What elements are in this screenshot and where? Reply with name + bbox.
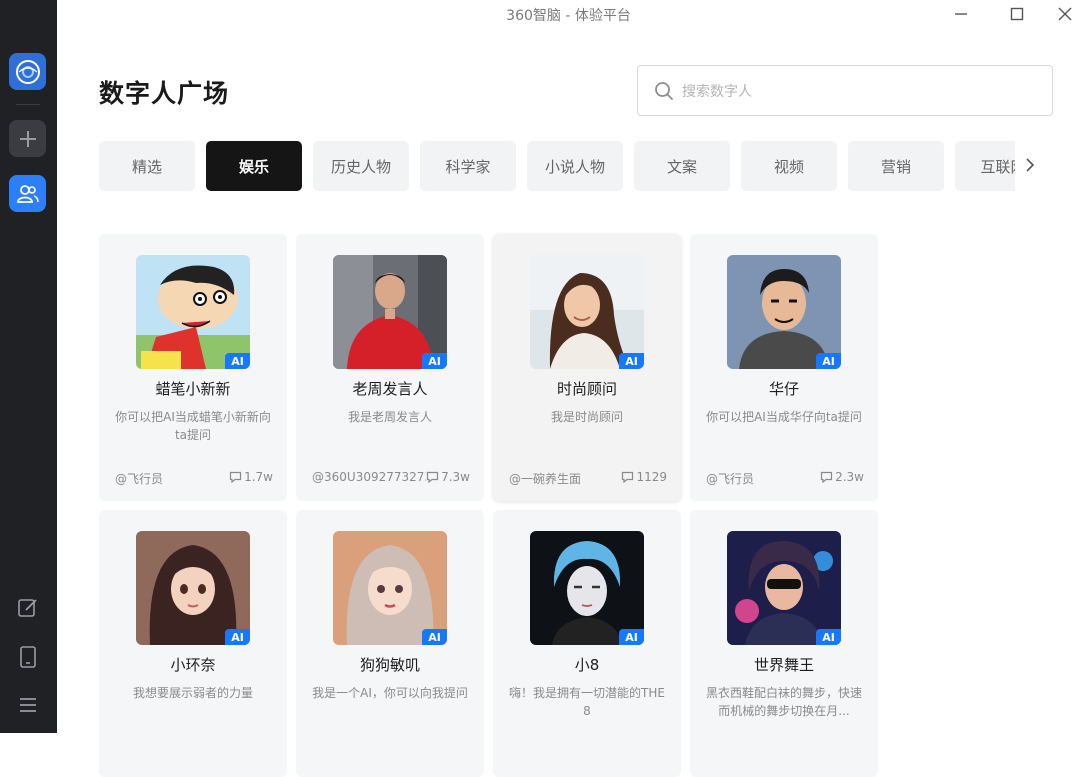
chevron-right-icon — [1026, 158, 1035, 172]
close-icon — [1058, 7, 1072, 21]
card-footer: @一碗养生面 1129 — [509, 470, 667, 486]
phone-icon[interactable] — [16, 645, 40, 669]
card-name: 蜡笔小新新 — [155, 380, 231, 398]
card-usage-value: 2.3w — [835, 470, 864, 484]
tab-item[interactable]: 小说人物 — [527, 141, 623, 191]
search-box[interactable] — [637, 65, 1053, 116]
users-icon — [16, 184, 39, 203]
digital-human-card[interactable]: AI 狗狗敏叽我是一个AI，你可以向我提问 — [296, 510, 484, 777]
card-footer: @飞行员 2.3w — [706, 470, 864, 486]
avatar: AI — [333, 255, 447, 369]
card-footer: @飞行员 1.7w — [115, 470, 273, 486]
card-usage-count: 7.3w — [426, 470, 470, 484]
tab-item[interactable]: 历史人物 — [313, 141, 409, 191]
card-author: @飞行员 — [706, 472, 755, 486]
card-name: 小8 — [574, 656, 600, 674]
minimize-button[interactable] — [946, 2, 976, 26]
digital-human-card[interactable]: AI 蜡笔小新新你可以把AI当成蜡笔小新新向ta提问 @飞行员 1.7w — [99, 234, 287, 501]
app-logo-icon[interactable] — [9, 53, 46, 90]
tab-item[interactable]: 文案 — [634, 141, 730, 191]
card-name: 世界舞王 — [753, 656, 814, 674]
digital-human-card[interactable]: AI 小8 嗨！我是拥有一切潜能的THE 8 — [493, 510, 681, 777]
card-footer: @360U3092773273 7.3w — [312, 470, 470, 486]
avatar: AI — [727, 255, 841, 369]
card-description: 我是老周发言人 — [347, 410, 432, 424]
chat-icon — [229, 471, 242, 483]
card-description: 你可以把AI当成华仔向ta提问 — [706, 410, 862, 424]
close-button[interactable] — [1050, 2, 1080, 26]
category-tabs: 精选娱乐历史人物科学家小说人物文案视频营销互联网 — [99, 141, 1015, 191]
card-usage-value: 7.3w — [441, 470, 470, 484]
search-input[interactable] — [680, 76, 1034, 108]
card-description: 我想要展示弱者的力量 — [132, 686, 253, 700]
digital-human-card[interactable]: AI 世界舞王黑衣西鞋配白袜的舞步，快速而机械的舞步切换在月... — [690, 510, 878, 777]
tab-item[interactable]: 精选 — [99, 141, 195, 191]
avatar: AI — [530, 531, 644, 645]
maximize-icon — [1010, 7, 1024, 21]
card-name: 老周发言人 — [352, 380, 428, 398]
card-name: 小环奈 — [170, 656, 216, 674]
avatar: AI — [530, 255, 644, 369]
card-name: 华仔 — [768, 380, 799, 398]
card-author: @一碗养生面 — [509, 472, 582, 486]
avatar: AI — [727, 531, 841, 645]
card-description: 黑衣西鞋配白袜的舞步，快速而机械的舞步切换在月... — [705, 686, 862, 718]
card-usage-value: 1129 — [636, 470, 667, 484]
edit-icon[interactable] — [16, 596, 40, 620]
card-description: 嗨！我是拥有一切潜能的THE 8 — [509, 686, 665, 718]
tab-item[interactable]: 视频 — [741, 141, 837, 191]
menu-icon[interactable] — [16, 693, 40, 717]
sidebar — [0, 0, 57, 733]
tab-item[interactable]: 营销 — [848, 141, 944, 191]
card-usage-count: 2.3w — [820, 470, 864, 484]
new-chat-button[interactable] — [9, 120, 46, 157]
avatar: AI — [136, 255, 250, 369]
digital-human-nav-button[interactable] — [9, 175, 46, 212]
tab-item[interactable]: 互联网 — [955, 141, 1015, 191]
minimize-icon — [955, 13, 967, 15]
card-description: 我是时尚顾问 — [550, 410, 623, 424]
card-author: @飞行员 — [115, 472, 164, 486]
ai-badge: AI — [225, 353, 250, 369]
avatar: AI — [333, 531, 447, 645]
digital-human-card[interactable]: AI 时尚顾问我是时尚顾问 @一碗养生面 1129 — [493, 234, 681, 501]
ai-badge: AI — [422, 629, 447, 645]
chat-icon — [820, 471, 833, 483]
card-name: 时尚顾问 — [556, 380, 617, 398]
ai-badge: AI — [619, 353, 644, 369]
ai-badge: AI — [225, 629, 250, 645]
card-name: 狗狗敏叽 — [359, 656, 420, 674]
maximize-button[interactable] — [1002, 2, 1032, 26]
tabs-next-button[interactable] — [1019, 152, 1041, 178]
ai-badge: AI — [422, 353, 447, 369]
tab-item[interactable]: 娱乐 — [206, 141, 302, 191]
sidebar-divider — [16, 104, 40, 105]
digital-human-card[interactable]: AI 老周发言人我是老周发言人 @360U3092773273 7.3w — [296, 234, 484, 501]
card-author: @360U3092773273 — [312, 470, 433, 484]
window-titlebar: 360智脑 - 体验平台 — [57, 0, 1080, 28]
digital-human-grid: AI 蜡笔小新新你可以把AI当成蜡笔小新新向ta提问 @飞行员 1.7w AI 老周发言人… — [99, 234, 879, 777]
card-description: 你可以把AI当成蜡笔小新新向ta提问 — [115, 410, 271, 442]
tab-item[interactable]: 科学家 — [420, 141, 516, 191]
digital-human-card[interactable]: AI 华仔你可以把AI当成华仔向ta提问 @飞行员 2.3w — [690, 234, 878, 501]
card-usage-count: 1.7w — [229, 470, 273, 484]
chat-icon — [622, 471, 634, 483]
avatar: AI — [136, 531, 250, 645]
digital-human-card[interactable]: AI 小环奈我想要展示弱者的力量 — [99, 510, 287, 777]
ai-badge: AI — [619, 629, 644, 645]
card-usage-value: 1.7w — [244, 470, 273, 484]
search-icon — [655, 82, 674, 101]
page-title: 数字人广场 — [99, 79, 230, 108]
ai-badge: AI — [816, 353, 841, 369]
window-title: 360智脑 - 体验平台 — [506, 8, 631, 24]
chat-icon — [426, 471, 439, 483]
plus-icon — [19, 130, 36, 147]
card-description: 我是一个AI，你可以向我提问 — [312, 686, 468, 700]
card-usage-count: 1129 — [621, 470, 667, 484]
ai-badge: AI — [816, 629, 841, 645]
